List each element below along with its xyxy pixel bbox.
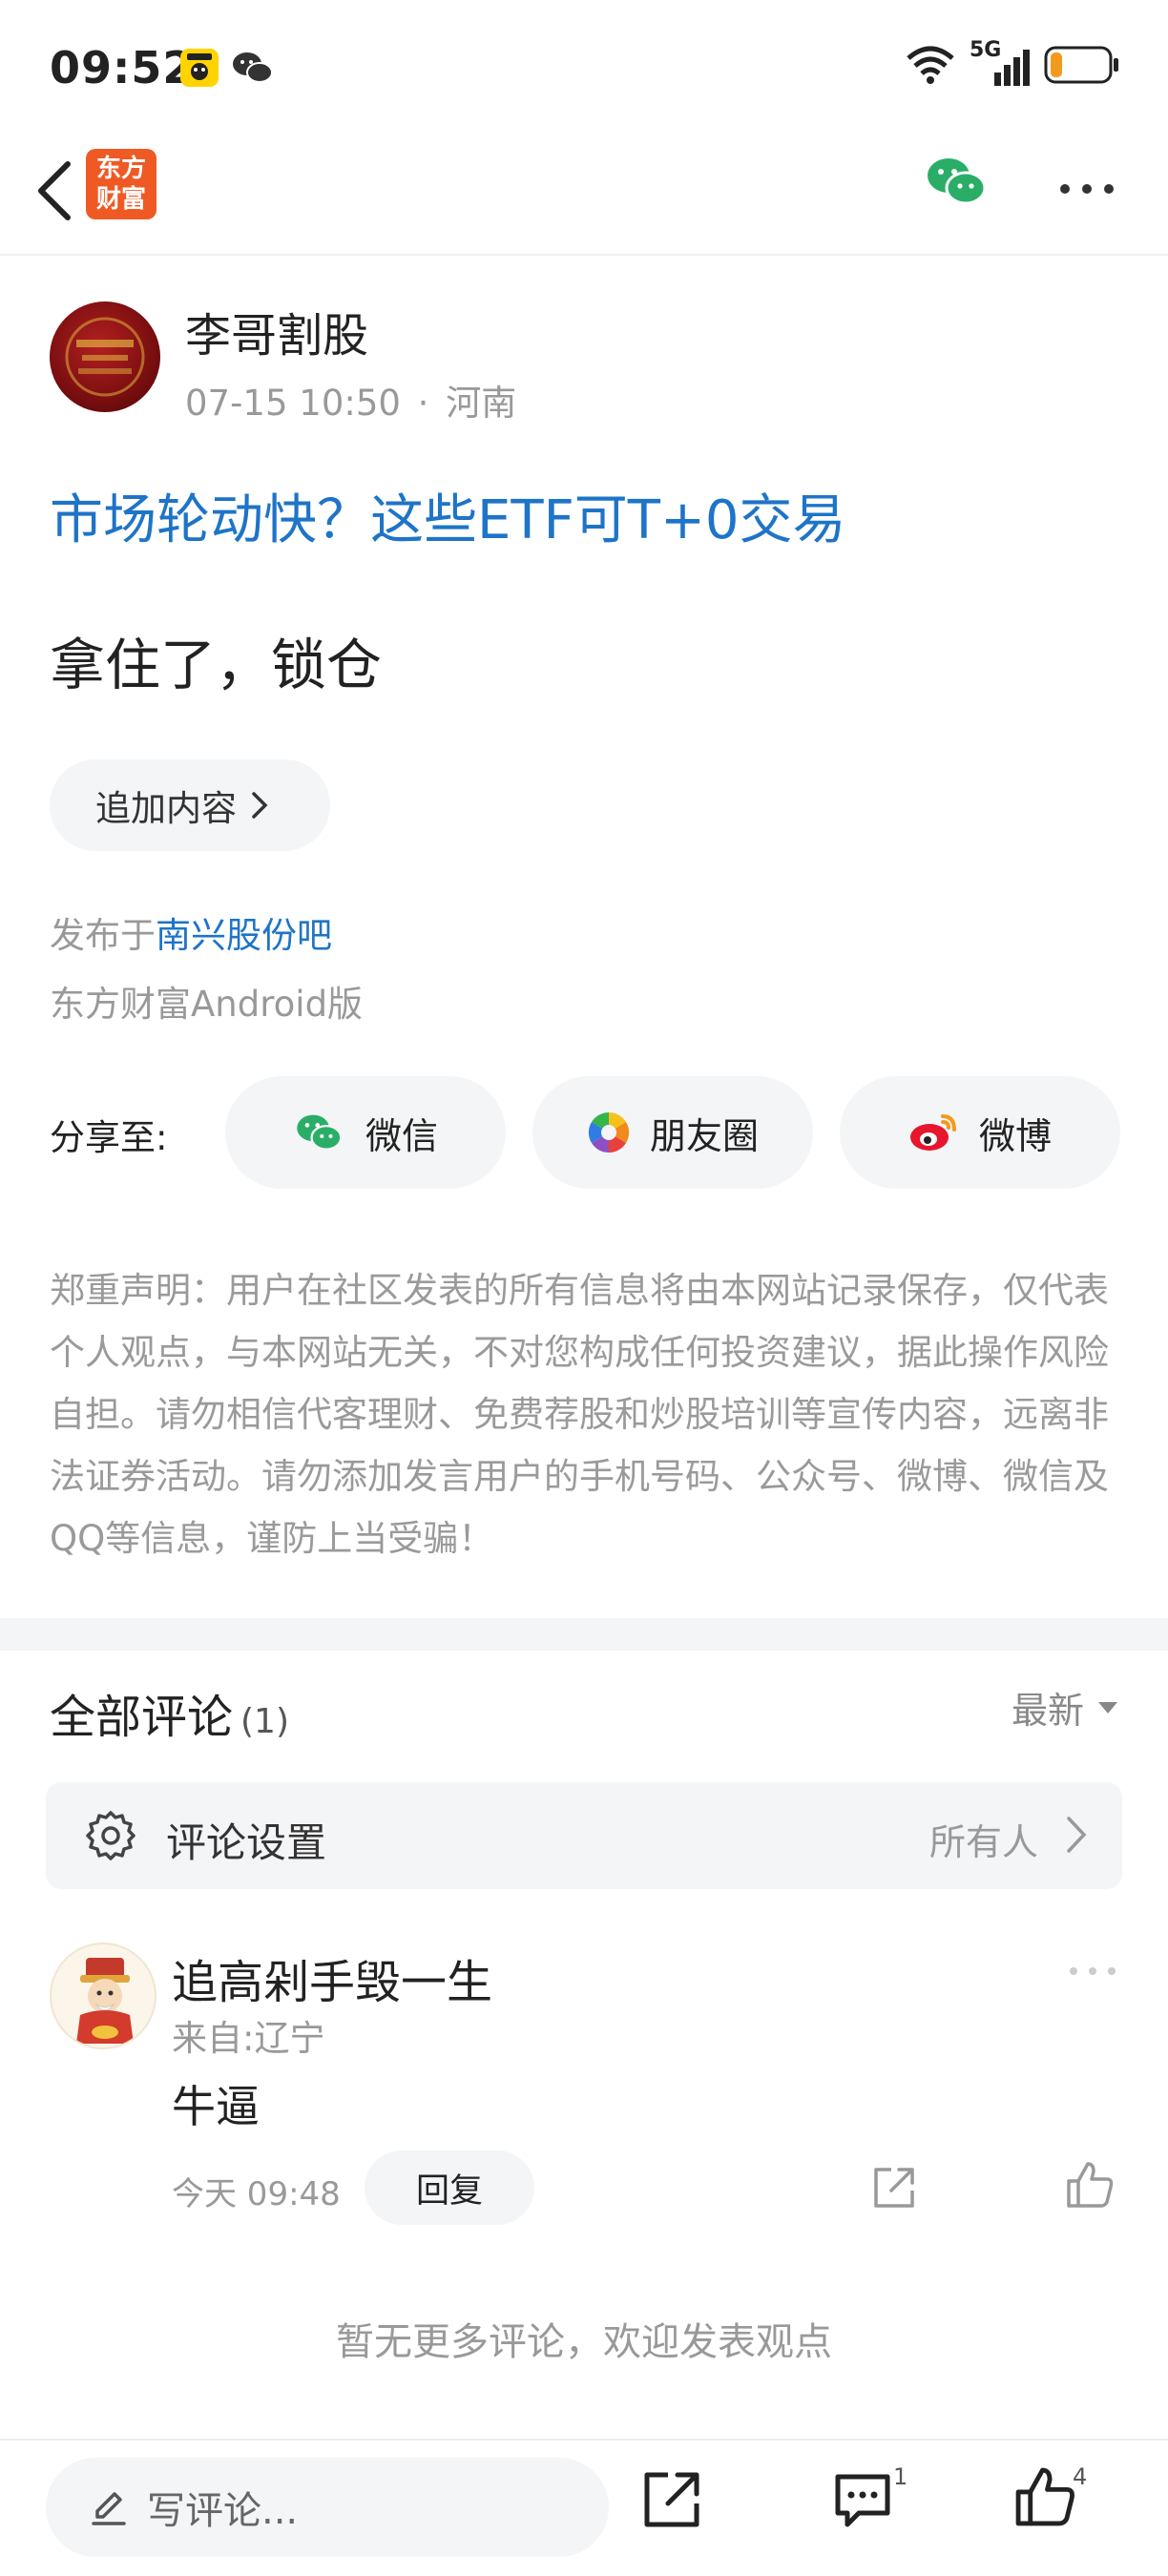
write-comment-input[interactable]: 写评论... [46, 2458, 609, 2557]
published-prefix: 发布于 [50, 915, 156, 956]
share-icon [644, 2472, 699, 2527]
no-more-comments: 暂无更多评论，欢迎发表观点 [336, 2320, 832, 2364]
post-date: 07-15 10:50 [185, 383, 401, 424]
published-in: 发布于南兴股份吧 [50, 906, 332, 958]
wifi-icon [907, 46, 954, 84]
share-label: 分享至: [50, 1117, 168, 1158]
comments-count: (1) [240, 1702, 290, 1741]
comment-text: 牛逼 [172, 2081, 260, 2132]
status-bar: 09:52 5G [0, 0, 1168, 134]
reply-button[interactable]: 回复 [365, 2150, 534, 2225]
commenter-avatar[interactable] [50, 1942, 156, 2049]
weibo-icon [909, 1114, 956, 1151]
post-body: 拿住了，锁仓 [50, 633, 383, 697]
wechat-icon [928, 158, 987, 205]
share-wechat-button[interactable]: 微信 [225, 1076, 506, 1189]
comments-title: 全部评论 [50, 1691, 234, 1744]
gear-icon [86, 1811, 136, 1860]
chevron-left-icon [38, 161, 71, 220]
commenter-name[interactable]: 追高剁手毁一生 [172, 1944, 492, 2011]
like-post-button[interactable] [1013, 2465, 1076, 2532]
post-location: 河南 [446, 383, 517, 424]
meta-separator: · [417, 383, 429, 424]
comments-header: 全部评论 (1) [50, 1679, 289, 1746]
post-title-link[interactable]: 市场轮动快？这些ETF可T+0交易 [50, 477, 846, 554]
share-moments-button[interactable]: 朋友圈 [532, 1076, 813, 1189]
wechat-share-button[interactable] [924, 153, 991, 219]
append-content-button[interactable]: 追加内容 [50, 759, 330, 851]
wechat-notification-icon [231, 48, 273, 88]
commenter-location: 来自:辽宁 [172, 2018, 325, 2059]
comment-settings-value: 所有人 [928, 1821, 1038, 1863]
sort-label: 最新 [1011, 1690, 1084, 1732]
comment-settings-row[interactable]: 评论设置 所有人 [46, 1782, 1122, 1889]
like-count-badge: 4 [1073, 2463, 1088, 2490]
more-horizontal-icon [1060, 184, 1114, 194]
disclaimer-text: 郑重声明：用户在社区发表的所有信息将由本网站记录保存，仅代表个人观点，与本网站无… [50, 1270, 1109, 1559]
comment-share-button[interactable] [870, 2164, 918, 2215]
comment-time: 今天 09:48 [172, 2175, 341, 2213]
caret-down-icon [1098, 1701, 1117, 1714]
share-post-button[interactable] [641, 2469, 702, 2534]
more-horizontal-icon [1070, 1967, 1116, 1975]
thumbs-up-icon [1067, 2162, 1114, 2208]
battery-icon [1044, 46, 1118, 84]
status-time: 09:52 [50, 42, 195, 93]
share-wechat-label: 微信 [365, 1114, 438, 1157]
wechat-icon [297, 1114, 343, 1151]
cellular-signal-icon: 5G [970, 38, 1031, 86]
stock-bar-link[interactable]: 南兴股份吧 [156, 915, 332, 956]
share-weibo-button[interactable]: 微博 [840, 1076, 1120, 1189]
comment-more-button[interactable] [1067, 1963, 1118, 1982]
section-divider [0, 1618, 1168, 1651]
back-button[interactable] [21, 153, 88, 229]
notification-app-icon [179, 48, 219, 88]
eastmoney-logo[interactable]: 东方财富 [86, 149, 156, 219]
comment-settings-label: 评论设置 [166, 1819, 327, 1866]
status-indicators: 5G [905, 38, 1120, 86]
client-source: 东方财富Android版 [50, 984, 364, 1025]
thumbs-up-icon [1015, 2467, 1074, 2526]
bottom-action-bar: 写评论... 1 4 [0, 2439, 1168, 2576]
append-content-label: 追加内容 [95, 788, 237, 829]
sort-dropdown[interactable]: 最新 [1012, 1681, 1118, 1734]
moments-icon [588, 1111, 630, 1153]
author-avatar[interactable] [50, 301, 160, 412]
logo-text: 东方财富 [95, 155, 146, 214]
share-weibo-label: 微博 [978, 1114, 1052, 1157]
comment-count-badge: 1 [893, 2463, 908, 2490]
more-options-button[interactable] [1055, 162, 1122, 216]
comment-icon [835, 2474, 890, 2527]
post-meta: 07-15 10:50 · 河南 [185, 374, 516, 426]
share-icon [874, 2168, 914, 2208]
share-moments-label: 朋友圈 [649, 1114, 759, 1157]
comment-like-button[interactable] [1065, 2160, 1115, 2213]
chevron-right-icon [252, 792, 268, 819]
comments-button[interactable] [832, 2471, 893, 2534]
author-name[interactable]: 李哥割股 [185, 298, 368, 364]
write-comment-placeholder: 写评论... [147, 2489, 299, 2533]
chevron-right-icon [1067, 1817, 1087, 1853]
top-navigation-bar: 东方财富 [0, 134, 1168, 256]
pencil-icon [92, 2492, 126, 2525]
